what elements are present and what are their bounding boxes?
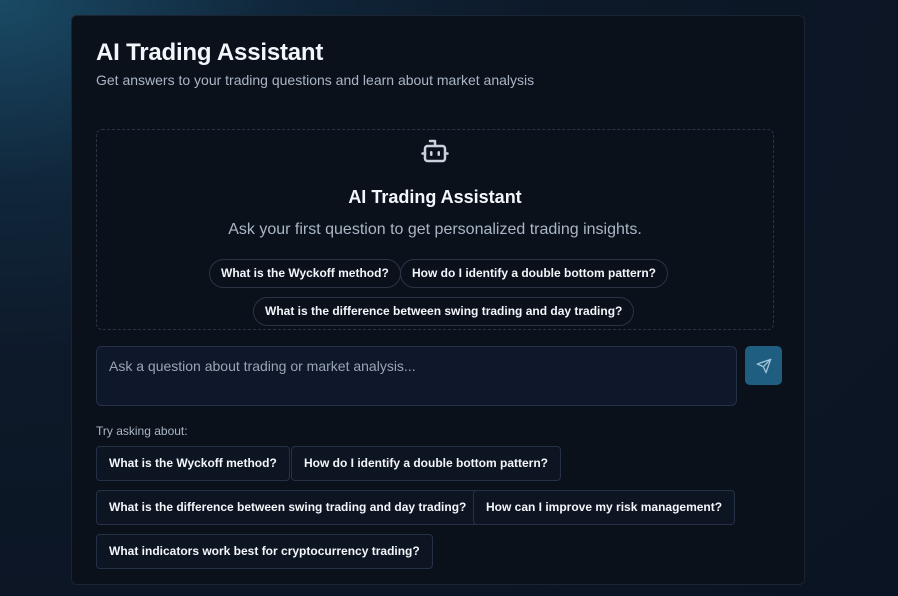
page-subtitle: Get answers to your trading questions an… xyxy=(96,72,535,88)
try-asking-label: Try asking about: xyxy=(96,424,188,438)
send-icon xyxy=(756,358,771,373)
try-asking-chip[interactable]: What indicators work best for cryptocurr… xyxy=(96,534,433,569)
suggestion-pill[interactable]: What is the difference between swing tra… xyxy=(253,297,635,326)
question-input-placeholder: Ask a question about trading or market a… xyxy=(109,358,416,374)
send-button[interactable] xyxy=(745,346,782,385)
suggestion-pill[interactable]: What is the Wyckoff method? xyxy=(209,259,401,288)
assistant-card: AI Trading Assistant Get answers to your… xyxy=(71,15,805,585)
try-asking-chip[interactable]: What is the Wyckoff method? xyxy=(96,446,290,481)
empty-state-text: Ask your first question to get personali… xyxy=(228,221,642,238)
bot-icon xyxy=(421,139,449,163)
page-title: AI Trading Assistant xyxy=(96,39,324,66)
try-asking-chip[interactable]: How can I improve my risk management? xyxy=(473,490,736,525)
question-input[interactable]: Ask a question about trading or market a… xyxy=(96,346,737,406)
suggestion-pill[interactable]: How do I identify a double bottom patter… xyxy=(400,259,668,288)
try-asking-chip[interactable]: What is the difference between swing tra… xyxy=(96,490,480,525)
empty-state-panel: AI Trading Assistant Ask your first ques… xyxy=(96,129,774,330)
try-asking-chip[interactable]: How do I identify a double bottom patter… xyxy=(291,446,561,481)
empty-state-title: AI Trading Assistant xyxy=(348,187,522,207)
